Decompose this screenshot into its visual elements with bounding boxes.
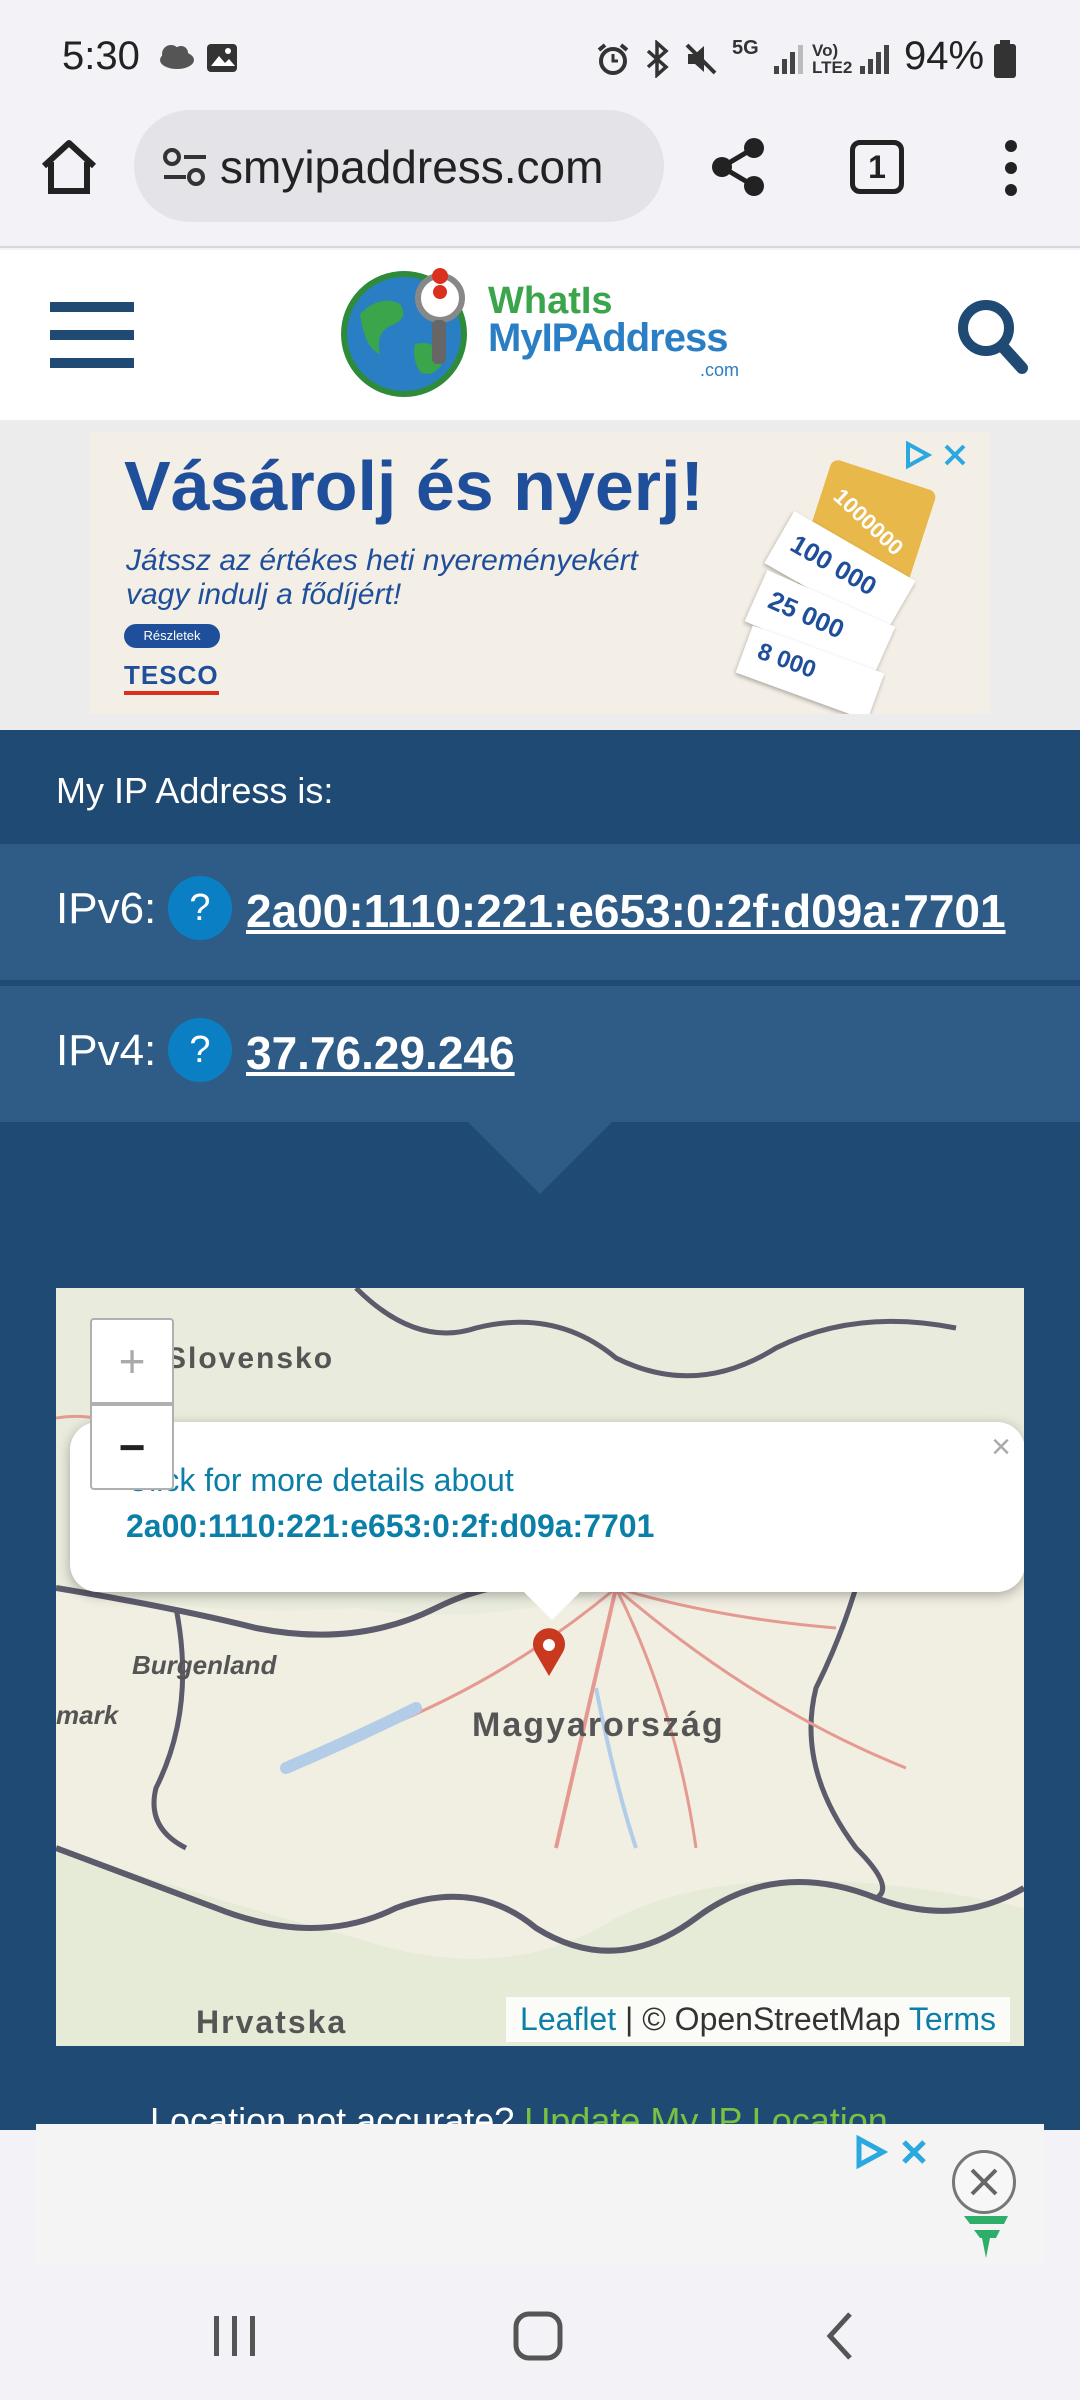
home-nav-icon[interactable] [512,2310,564,2362]
system-navigation-bar [0,2264,1080,2400]
panel-pointer-arrow [466,1120,614,1194]
ad-headline: Vásárolj és nyerj! [124,447,704,525]
network-type-badge: 5G [732,37,759,59]
ipv4-label: IPv4: [56,1026,157,1075]
battery-icon [994,40,1016,78]
alarm-icon [597,43,629,75]
site-header: WhatIs MyIPAddress .com [0,250,1080,420]
volte-badge: Vo) LTE2 [812,41,853,77]
bottom-ad-banner[interactable] [36,2124,1044,2264]
ipv4-help-icon[interactable]: ? [168,1018,232,1082]
map-label-slovakia: Slovensko [166,1342,335,1375]
site-logo[interactable]: WhatIs MyIPAddress .com [340,264,750,404]
map-attribution: Leaflet | © OpenStreetMap Terms [506,1997,1010,2042]
image-icon [207,44,237,72]
popup-text[interactable]: Click for more details about [126,1462,514,1499]
status-time: 5:30 [62,34,140,78]
status-bar: 5:30 5G Vo) LTE2 94% [0,0,1080,110]
ad-network-logo-icon [964,2216,1008,2258]
location-map[interactable]: Slovensko Burgenland mark Magyarország H… [56,1288,1024,2046]
adchoices-icon-bottom[interactable] [852,2134,888,2170]
location-marker-icon[interactable] [530,1628,568,1678]
mute-icon [685,43,717,75]
map-popup[interactable]: Click for more details about 2a00:1110:2… [70,1422,1024,1620]
ipv6-label: IPv6: [56,884,157,933]
popup-tip [522,1590,582,1620]
signal-icon-2 [860,45,889,74]
ad-subtext-1: Játssz az értékes heti nyereményekért [126,544,638,577]
ad-banner[interactable]: Vásárolj és nyerj! Játssz az értékes het… [90,432,990,714]
map-label-mark: mark [56,1700,119,1730]
popup-close-button[interactable]: × [991,1428,1011,1467]
address-bar[interactable]: smyipaddress.com [134,110,664,222]
ipv4-row: IPv4: ? 37.76.29.246 [0,986,1080,1122]
leaflet-link[interactable]: Leaflet [520,2001,616,2037]
sticky-ad-dismiss-button[interactable] [952,2150,1016,2214]
search-icon[interactable] [956,298,1028,374]
globe-logo-icon [341,268,467,397]
more-menu-icon[interactable] [996,138,1026,198]
logo-text-com: .com [700,360,740,380]
hamburger-menu-icon[interactable] [50,302,136,368]
ad-brand-logo: TESCO [124,660,219,695]
cloud-icon [160,45,194,69]
ip-heading: My IP Address is: [56,770,334,811]
bluetooth-icon [646,40,669,78]
battery-percent: 94% [904,34,985,78]
ad-close-icon-bottom[interactable] [896,2134,932,2170]
back-nav-icon[interactable] [822,2310,858,2362]
ad-details-button[interactable]: Részletek [124,624,220,648]
share-icon[interactable] [708,136,768,198]
signal-icon-1 [774,45,803,74]
ipv6-value-link[interactable]: 2a00:1110:221:e653:0:2f:d09a:7701 [246,884,1006,938]
osm-attribution: | © OpenStreetMap [616,2001,909,2037]
ad-area: Vásárolj és nyerj! Játssz az értékes het… [0,420,1080,730]
ad-close-icon[interactable] [940,440,970,470]
terms-link[interactable]: Terms [909,2001,996,2037]
map-label-burgenland: Burgenland [132,1650,277,1680]
ipv6-row: IPv6: ? 2a00:1110:221:e653:0:2f:d09a:770… [0,844,1080,980]
tab-switcher-button[interactable]: 1 [850,140,904,194]
logo-text-myipaddress: MyIPAddress [488,316,728,360]
home-icon[interactable] [38,138,100,196]
ipv6-help-icon[interactable]: ? [168,876,232,940]
browser-toolbar: smyipaddress.com 1 [0,110,1080,248]
zoom-in-button[interactable]: + [90,1318,174,1404]
popup-ip-link[interactable]: 2a00:1110:221:e653:0:2f:d09a:7701 [126,1508,654,1545]
zoom-out-button[interactable]: − [90,1404,174,1490]
map-label-hungary: Magyarország [472,1706,725,1744]
close-circle-icon [970,2168,998,2196]
map-label-croatia: Hrvatska [196,2004,348,2040]
ad-cards-image: 1000000 100 000 25 000 8 000 [735,458,940,714]
tab-count: 1 [868,149,886,185]
url-text: smyipaddress.com [220,141,604,193]
ad-subtext-2: vagy indulj a fődíjért! [126,578,402,611]
site-settings-icon[interactable] [162,146,208,188]
recent-apps-icon[interactable] [210,2314,260,2358]
adchoices-icon[interactable] [902,440,932,470]
logo-text-whatis: WhatIs [488,280,613,322]
ipv4-value-link[interactable]: 37.76.29.246 [246,1026,515,1080]
